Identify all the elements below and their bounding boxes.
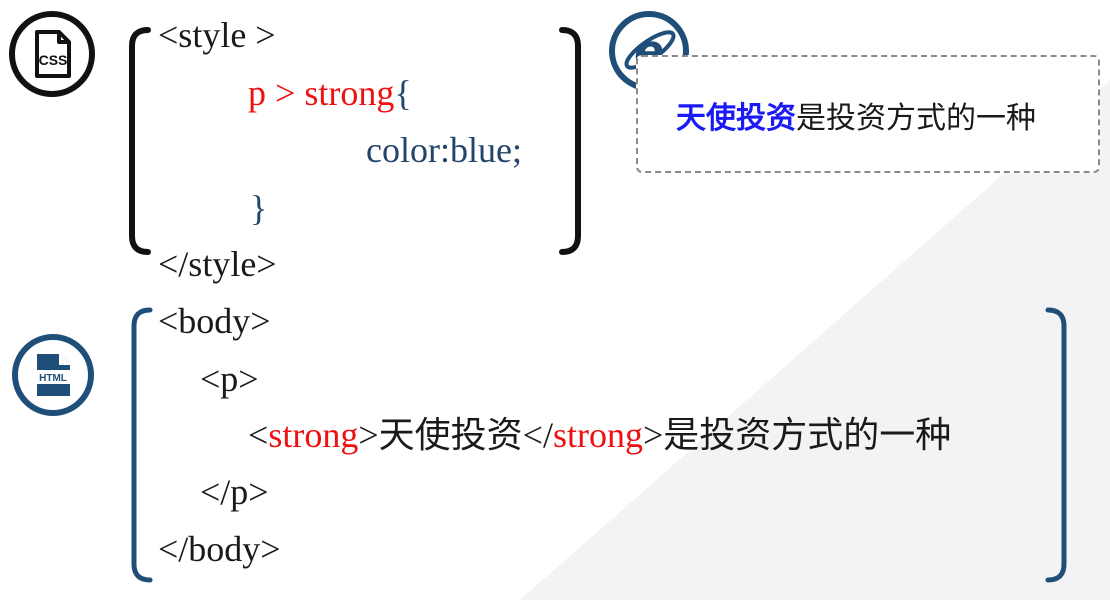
browser-preview-box: 天使投资是投资方式的一种 xyxy=(636,55,1100,173)
brace-open: { xyxy=(394,73,412,113)
preview-rendered-text: 天使投资是投资方式的一种 xyxy=(676,101,1036,137)
lt-open: < xyxy=(248,415,269,455)
gt-open: > xyxy=(358,415,379,455)
html-badge-text: HTML xyxy=(39,373,67,384)
html-p-close: </p> xyxy=(200,472,269,512)
strong-open-tag: strong xyxy=(268,415,359,455)
gt-close: > xyxy=(642,415,664,455)
paragraph-rest-text: 是投资方式的一种 xyxy=(663,415,952,455)
strong-close-tag: strong xyxy=(552,415,643,455)
brace-close: } xyxy=(250,188,268,228)
html-body-close: </body> xyxy=(158,529,281,569)
html-p-open: <p> xyxy=(200,359,259,399)
strong-content: 天使投资 xyxy=(378,415,523,455)
html-body-open: <body> xyxy=(158,301,271,341)
css-file-icon: CSS xyxy=(8,10,96,103)
selector-p: p xyxy=(248,73,266,113)
css-selector: p > strong{ xyxy=(248,71,412,115)
preview-rest-text: 是投资方式的一种 xyxy=(796,101,1036,136)
lt-close: </ xyxy=(522,415,553,455)
css-declaration: color:blue; xyxy=(366,130,522,170)
css-style-close: </style> xyxy=(158,244,277,284)
html-strong-line: <strong>天使投资</strong>是投资方式的一种 xyxy=(248,413,951,457)
css-style-open: <style > xyxy=(158,15,276,55)
html-file-icon: HTML xyxy=(10,332,96,423)
selector-child-combinator: > xyxy=(275,73,296,113)
preview-strong-text: 天使投资 xyxy=(676,101,796,136)
selector-strong: strong xyxy=(304,73,395,113)
css-badge-text: CSS xyxy=(39,52,68,68)
